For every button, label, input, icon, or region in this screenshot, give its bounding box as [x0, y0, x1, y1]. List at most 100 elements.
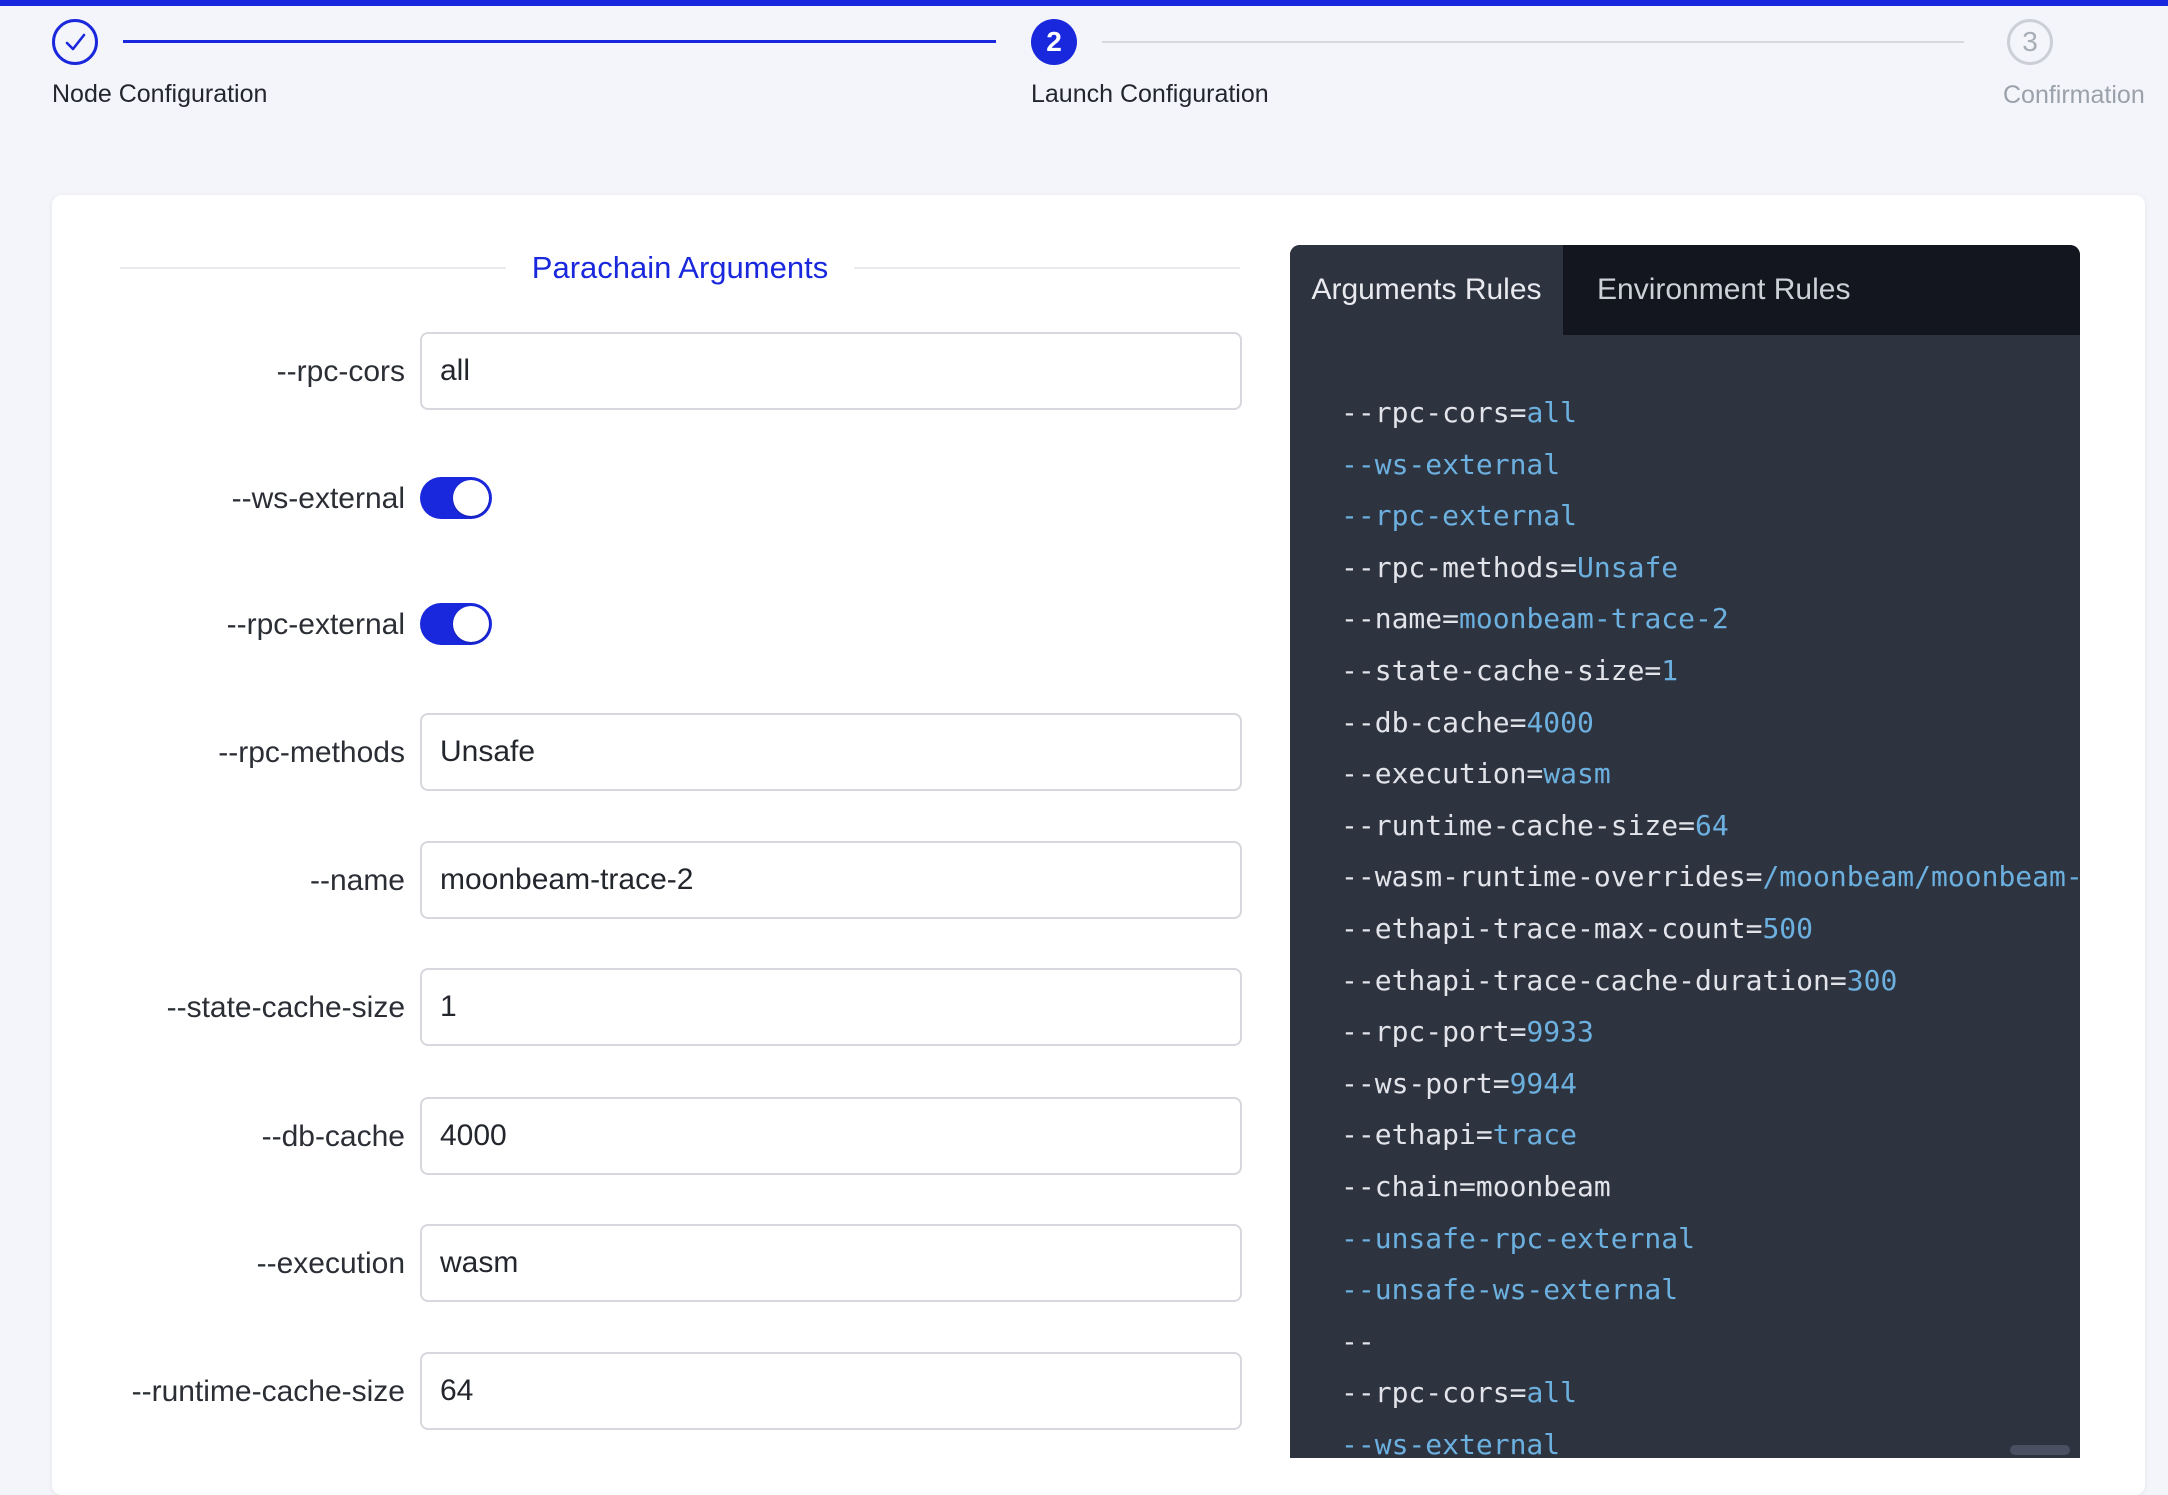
code-value: moonbeam-trace-2 — [1459, 602, 1729, 635]
code-value: 9944 — [1510, 1067, 1577, 1100]
code-flag: --ethapi-trace-max-count= — [1341, 912, 1762, 945]
input-rpc-cors[interactable]: all — [420, 332, 1242, 410]
input-rpc-methods[interactable]: Unsafe — [420, 713, 1242, 791]
form-row: --executionwasm — [80, 1224, 1242, 1302]
code-line: --wasm-runtime-overrides=/moonbeam/moonb… — [1341, 851, 2080, 903]
toggle-knob — [453, 606, 489, 642]
code-line: --rpc-cors=all — [1341, 387, 2080, 439]
stepper-connector-upcoming — [1102, 41, 1964, 43]
code-flag: --rpc-cors= — [1341, 1376, 1526, 1409]
field-label-runtime-cache-size: --runtime-cache-size — [80, 1373, 405, 1410]
input-state-cache-size[interactable]: 1 — [420, 968, 1242, 1046]
code-flag: --execution= — [1341, 757, 1543, 790]
code-value: --ws-external — [1341, 1428, 1560, 1458]
tab-environment-rules[interactable]: Environment Rules — [1563, 245, 1884, 335]
code-line: --rpc-external — [1341, 490, 2080, 542]
code-value: 1 — [1661, 654, 1678, 687]
code-value: 9933 — [1526, 1015, 1593, 1048]
code-flag: --rpc-cors= — [1341, 396, 1526, 429]
form-row: --runtime-cache-size 64 — [80, 1352, 1242, 1430]
input-runtime-cache-size[interactable]: 64 — [420, 1352, 1242, 1430]
code-line: --runtime-cache-size=64 — [1341, 800, 2080, 852]
code-line: --rpc-cors=all — [1341, 1367, 2080, 1419]
code-value: --rpc-external — [1341, 499, 1577, 532]
toggle-ws-external[interactable] — [420, 477, 492, 519]
code-value: 300 — [1847, 964, 1898, 997]
step-label-confirmation: Confirmation — [2003, 81, 2145, 110]
code-line: --ws-external — [1341, 439, 2080, 491]
form-row: --rpc-cors all — [80, 332, 1242, 410]
field-label-name: --name — [80, 862, 405, 899]
code-flag: --ethapi= — [1341, 1118, 1493, 1151]
code-value: /moonbeam/moonbeam- — [1762, 860, 2080, 893]
step-node-configuration[interactable] — [52, 19, 98, 65]
tab-arguments-rules[interactable]: Arguments Rules — [1290, 245, 1563, 335]
form-row: --name moonbeam-trace-2 — [80, 841, 1242, 919]
arguments-rules-code: --rpc-cors=all--ws-external--rpc-externa… — [1290, 335, 2080, 1458]
rules-panel-tabs: Arguments RulesEnvironment Rules — [1290, 245, 2080, 335]
input-name[interactable]: moonbeam-trace-2 — [420, 841, 1242, 919]
code-flag: --rpc-methods= — [1341, 551, 1577, 584]
code-value: --unsafe-rpc-external — [1341, 1222, 1695, 1255]
code-flag: --db-cache= — [1341, 706, 1526, 739]
code-line: --unsafe-ws-external — [1341, 1264, 2080, 1316]
top-accent-bar — [0, 0, 2168, 6]
stepper-connector-complete — [123, 40, 996, 43]
code-line: --name=moonbeam-trace-2 — [1341, 593, 2080, 645]
section-title: Parachain Arguments — [532, 250, 828, 286]
form-row: --rpc-external — [80, 585, 1242, 663]
code-value: all — [1526, 1376, 1577, 1409]
code-flag: --wasm-runtime-overrides= — [1341, 860, 1762, 893]
form-row: --ws-external — [80, 459, 1242, 537]
heading-divider-left — [120, 267, 506, 269]
field-label-state-cache-size: --state-cache-size — [80, 989, 405, 1026]
code-flag: --ws-port= — [1341, 1067, 1510, 1100]
panel-scrollbar-thumb[interactable] — [2010, 1445, 2070, 1455]
code-value: all — [1526, 396, 1577, 429]
step-number: 3 — [2022, 26, 2038, 58]
rules-panel: Arguments RulesEnvironment Rules --rpc-c… — [1290, 245, 2080, 1458]
code-line: --state-cache-size=1 — [1341, 645, 2080, 697]
input-execution[interactable]: wasm — [420, 1224, 1242, 1302]
code-line: --rpc-methods=Unsafe — [1341, 542, 2080, 594]
code-line: --ws-port=9944 — [1341, 1058, 2080, 1110]
code-value: 500 — [1762, 912, 1813, 945]
code-flag: --rpc-port= — [1341, 1015, 1526, 1048]
code-flag: --chain=moonbeam — [1341, 1170, 1611, 1203]
field-label-rpc-external: --rpc-external — [80, 606, 405, 643]
code-value: Unsafe — [1577, 551, 1678, 584]
input-db-cache[interactable]: 4000 — [420, 1097, 1242, 1175]
form-row: --rpc-methods Unsafe — [80, 713, 1242, 791]
field-label-ws-external: --ws-external — [80, 480, 405, 517]
step-launch-configuration[interactable]: 2 — [1031, 19, 1077, 65]
check-icon — [55, 22, 95, 62]
field-label-rpc-cors: --rpc-cors — [80, 353, 405, 390]
form-row: --db-cache 4000 — [80, 1097, 1242, 1175]
field-label-rpc-methods: --rpc-methods — [80, 734, 405, 771]
code-line: -- — [1341, 1316, 2080, 1368]
toggle-rpc-external[interactable] — [420, 603, 492, 645]
code-line: --ethapi-trace-cache-duration=300 — [1341, 955, 2080, 1007]
toggle-knob — [453, 480, 489, 516]
code-flag: --name= — [1341, 602, 1459, 635]
code-value: --ws-external — [1341, 448, 1560, 481]
step-label-launch-configuration: Launch Configuration — [1031, 80, 1269, 109]
code-value: wasm — [1543, 757, 1610, 790]
code-line: --rpc-port=9933 — [1341, 1006, 2080, 1058]
field-label-db-cache: --db-cache — [80, 1118, 405, 1155]
code-value: --unsafe-ws-external — [1341, 1273, 1678, 1306]
step-label-node-configuration: Node Configuration — [52, 80, 267, 109]
code-value: trace — [1493, 1118, 1577, 1151]
code-line: --execution=wasm — [1341, 748, 2080, 800]
heading-divider-right — [854, 267, 1240, 269]
code-line: --ws-external — [1341, 1419, 2080, 1458]
section-heading: Parachain Arguments — [120, 248, 1240, 288]
code-flag: --state-cache-size= — [1341, 654, 1661, 687]
code-flag: --ethapi-trace-cache-duration= — [1341, 964, 1847, 997]
code-line: --db-cache=4000 — [1341, 697, 2080, 749]
code-line: --chain=moonbeam — [1341, 1161, 2080, 1213]
code-line: --unsafe-rpc-external — [1341, 1213, 2080, 1265]
code-value: 64 — [1695, 809, 1729, 842]
code-flag: --runtime-cache-size= — [1341, 809, 1695, 842]
code-flag: -- — [1341, 1325, 1375, 1358]
